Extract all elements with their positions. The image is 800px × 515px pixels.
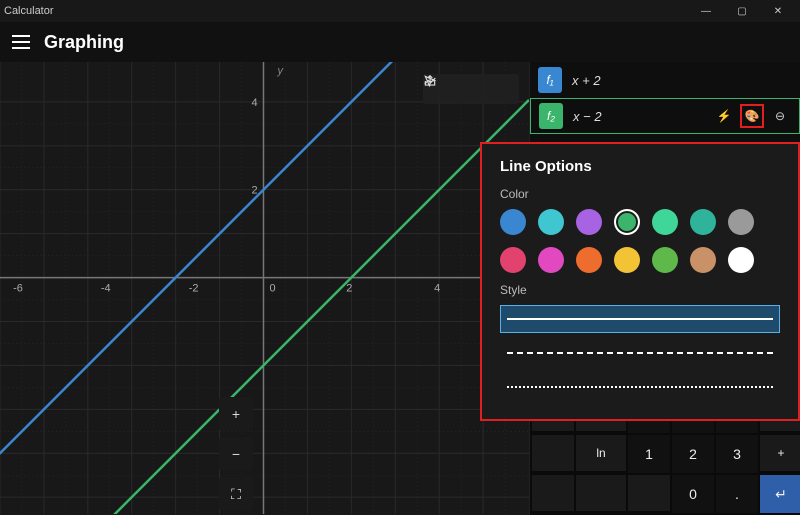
line-style-icon[interactable]: 🎨 <box>741 105 763 127</box>
color-swatch[interactable] <box>728 209 754 235</box>
menu-icon[interactable] <box>12 35 30 49</box>
color-swatch[interactable] <box>538 209 564 235</box>
key-plus[interactable]: + <box>760 435 800 471</box>
color-section-label: Color <box>500 187 780 201</box>
color-swatch[interactable] <box>614 247 640 273</box>
remove-function-icon[interactable]: ⊖ <box>769 105 791 127</box>
fullscreen-button[interactable]: ⛶ <box>219 477 253 511</box>
share-icon[interactable] <box>455 74 487 104</box>
graph-canvas[interactable]: y -6 -4 -2 0 2 4 2 4 + − ⛶ <box>0 62 530 515</box>
color-swatch[interactable] <box>538 247 564 273</box>
function-list: f₁ x + 2 f₂ x − 2 ⚡ 🎨 ⊖ <box>530 62 800 134</box>
color-swatch[interactable] <box>728 247 754 273</box>
key-0[interactable]: 0 <box>672 475 714 513</box>
function-row-1[interactable]: f₁ x + 2 <box>530 62 800 98</box>
graph-toolbar <box>423 74 519 104</box>
line-style-solid[interactable] <box>500 305 780 333</box>
zoom-in-button[interactable]: + <box>219 397 253 431</box>
key-decimal[interactable]: . <box>716 475 758 513</box>
color-swatch[interactable] <box>576 209 602 235</box>
graph-svg: y -6 -4 -2 0 2 4 2 4 <box>0 62 529 514</box>
color-swatch[interactable] <box>500 209 526 235</box>
key-enter[interactable]: ↵ <box>760 475 800 513</box>
line-options-popup: Line Options Color Style <box>480 142 800 421</box>
line-style-dotted[interactable] <box>500 373 780 401</box>
color-swatch[interactable] <box>614 209 640 235</box>
header: Graphing <box>0 22 800 62</box>
key-2[interactable]: 2 <box>672 435 714 473</box>
color-swatch[interactable] <box>500 247 526 273</box>
trace-icon[interactable] <box>487 74 519 104</box>
key-1[interactable]: 1 <box>628 435 670 473</box>
key-blank[interactable] <box>532 475 574 511</box>
line-style-dashed[interactable] <box>500 339 780 367</box>
color-swatch[interactable] <box>690 247 716 273</box>
svg-text:4: 4 <box>252 97 258 109</box>
function-row-2[interactable]: f₂ x − 2 ⚡ 🎨 ⊖ <box>530 98 800 134</box>
svg-text:-6: -6 <box>13 283 23 295</box>
mode-title: Graphing <box>44 32 124 53</box>
plot-f2 <box>0 100 529 514</box>
function-badge: f₁ <box>538 67 562 93</box>
key-3[interactable]: 3 <box>716 435 758 473</box>
svg-text:2: 2 <box>252 185 258 197</box>
key-ln[interactable]: ln <box>576 435 626 471</box>
style-section-label: Style <box>500 283 780 297</box>
key-blank[interactable] <box>576 475 626 511</box>
titlebar: Calculator — ▢ ✕ <box>0 0 800 22</box>
svg-text:0: 0 <box>269 283 275 295</box>
function-expression[interactable]: x + 2 <box>572 73 792 88</box>
color-swatch[interactable] <box>576 247 602 273</box>
minimize-button[interactable]: — <box>688 0 724 22</box>
app-title: Calculator <box>4 5 688 17</box>
zoom-out-button[interactable]: − <box>219 437 253 471</box>
color-swatch[interactable] <box>652 247 678 273</box>
color-swatch[interactable] <box>690 209 716 235</box>
function-expression[interactable]: x − 2 <box>573 109 703 124</box>
key-blank[interactable] <box>532 435 574 471</box>
svg-text:4: 4 <box>434 283 440 295</box>
key-blank[interactable] <box>628 475 670 511</box>
svg-text:2: 2 <box>346 283 352 295</box>
line-style-list <box>500 305 780 401</box>
plot-f1 <box>0 62 529 503</box>
close-button[interactable]: ✕ <box>760 0 796 22</box>
window-controls: — ▢ ✕ <box>688 0 796 22</box>
function-badge: f₂ <box>539 103 563 129</box>
color-swatches <box>500 209 780 273</box>
svg-text:-4: -4 <box>101 283 111 295</box>
svg-text:-2: -2 <box>189 283 199 295</box>
analyze-icon[interactable]: ⚡ <box>713 105 735 127</box>
popup-title: Line Options <box>500 158 780 175</box>
maximize-button[interactable]: ▢ <box>724 0 760 22</box>
svg-text:y: y <box>276 65 284 77</box>
graph-side-tools: + − ⛶ <box>219 397 253 511</box>
color-swatch[interactable] <box>652 209 678 235</box>
